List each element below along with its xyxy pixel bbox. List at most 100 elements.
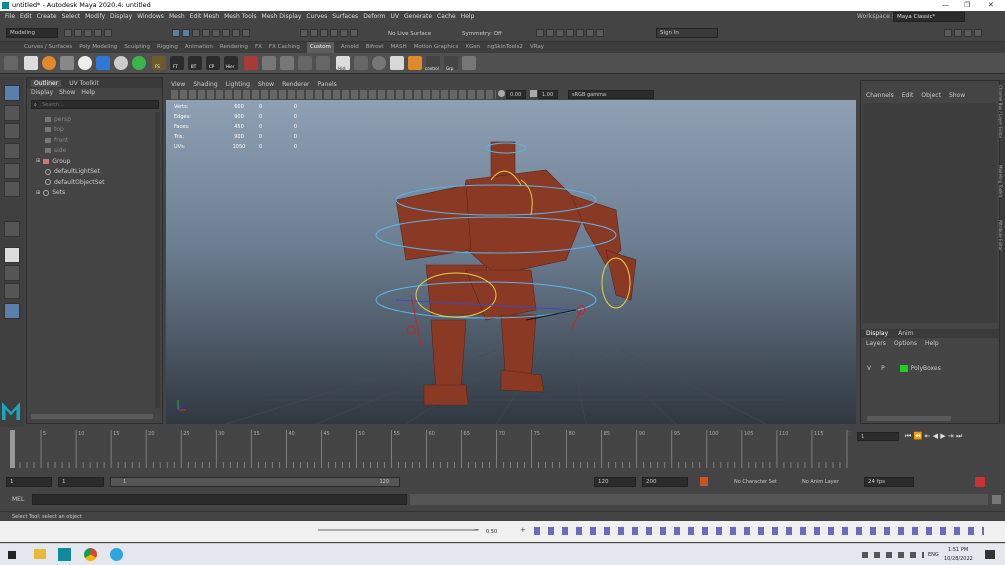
outliner-search[interactable]: ⌕ Search... <box>31 100 159 109</box>
paint-icon[interactable] <box>354 56 368 70</box>
step-back-icon[interactable]: ⏪ <box>914 432 923 440</box>
menu-windows[interactable]: Windows <box>137 11 164 22</box>
layer-row[interactable]: V P PolyBoxes <box>861 363 999 373</box>
layer-playback-toggle[interactable]: P <box>881 365 885 372</box>
render-settings-icon[interactable] <box>556 29 564 37</box>
snap-grid-icon[interactable] <box>300 29 308 37</box>
extra-tool-icon[interactable] <box>462 56 476 70</box>
shelf-tab-vray[interactable]: VRay <box>530 42 544 53</box>
side-tab-modeling-toolkit[interactable]: Modeling Toolkit <box>998 165 1003 197</box>
close-button[interactable]: ✕ <box>988 0 994 11</box>
shelf-tab-curves-surfaces[interactable]: Curves / Surfaces <box>24 42 72 53</box>
layer-menu-help[interactable]: Help <box>925 340 939 347</box>
joint-icon[interactable] <box>60 56 74 70</box>
menu-create[interactable]: Create <box>37 11 57 22</box>
render-view-icon[interactable] <box>576 29 584 37</box>
outliner-menu-show[interactable]: Show <box>59 89 75 96</box>
paint-select-tool-icon[interactable] <box>4 123 20 139</box>
last-tool-icon[interactable] <box>4 221 20 237</box>
outliner-hscrollbar[interactable] <box>31 414 153 419</box>
mask-edge-icon[interactable] <box>212 29 220 37</box>
toggle-modeling-toolkit-icon[interactable] <box>944 29 952 37</box>
layer-menu-layers[interactable]: Layers <box>866 340 886 347</box>
viewport-menu-lighting[interactable]: Lighting <box>226 81 250 88</box>
skull-icon[interactable] <box>78 56 92 70</box>
menuset-dropdown[interactable]: Modeling <box>6 28 58 38</box>
menu-modify[interactable]: Modify <box>85 11 105 22</box>
snap-curve-icon[interactable] <box>310 29 318 37</box>
rig-icon[interactable] <box>244 56 258 70</box>
four-view-layout-icon[interactable] <box>4 265 20 281</box>
menu-deform[interactable]: Deform <box>363 11 385 22</box>
expand-icon[interactable]: ⊞ <box>36 190 40 196</box>
curve-icon[interactable] <box>298 56 312 70</box>
play-forward-icon[interactable]: ▶ <box>940 432 945 440</box>
current-frame-field[interactable]: 1 <box>857 432 899 441</box>
single-perspective-layout-icon[interactable] <box>4 247 20 263</box>
outliner-menu-help[interactable]: Help <box>81 89 95 96</box>
time-ruler[interactable]: 5 10 15 20 25 30 35 40 45 50 55 60 65 70 75 80 85 90 95 100… <box>10 428 850 472</box>
viewport-menu-view[interactable]: View <box>171 81 185 88</box>
gamma-field[interactable]: 1.00 <box>538 90 558 99</box>
layer-hscrollbar[interactable] <box>867 416 951 421</box>
auto-key-icon[interactable] <box>700 477 708 486</box>
green-sphere-icon[interactable] <box>132 56 146 70</box>
list-item[interactable]: defaultObjectSet <box>31 177 105 188</box>
playback-start-field[interactable]: 1 <box>58 477 104 487</box>
cube-icon[interactable] <box>24 56 38 70</box>
overlay-value[interactable]: 0.50 <box>486 529 497 535</box>
select-hierarchy-icon[interactable] <box>172 29 180 37</box>
copy-icon[interactable] <box>316 56 330 70</box>
clock-time[interactable]: 1:51 PM <box>948 547 968 553</box>
shelf-settings-icon[interactable] <box>4 56 18 70</box>
lasso-tool-icon[interactable] <box>4 105 20 121</box>
menu-uv[interactable]: UV <box>391 11 400 22</box>
ipr-render-icon[interactable] <box>546 29 554 37</box>
sign-in-dropdown[interactable]: Sign In <box>656 28 718 38</box>
key-icon[interactable] <box>975 477 985 487</box>
clock-date[interactable]: 10/28/2022 <box>944 556 973 562</box>
toggle-channel-box-icon[interactable] <box>974 29 982 37</box>
viewport-icon-strip[interactable] <box>171 90 496 99</box>
gamma-icon[interactable] <box>530 90 537 97</box>
open-scene-icon[interactable] <box>74 29 82 37</box>
snap-surface-icon[interactable] <box>340 29 348 37</box>
system-tray-icons[interactable] <box>862 552 924 558</box>
channel-menu-object[interactable]: Object <box>921 92 941 99</box>
snap-point-icon[interactable] <box>320 29 328 37</box>
save-scene-icon[interactable] <box>84 29 92 37</box>
playback-end-field[interactable]: 120 <box>594 477 636 487</box>
mel-label[interactable]: MEL <box>12 496 24 503</box>
layer-tab-anim[interactable]: Anim <box>898 330 913 337</box>
workspace-dropdown[interactable]: Maya Classic* <box>893 12 965 22</box>
mask-face-icon[interactable] <box>222 29 230 37</box>
layer-visibility-toggle[interactable]: V <box>867 365 871 372</box>
list-item[interactable]: persp <box>31 114 105 125</box>
start-time-field[interactable]: 1 <box>6 477 52 487</box>
fps-dropdown[interactable]: 24 fps <box>864 477 914 487</box>
menu-edit-mesh[interactable]: Edit Mesh <box>190 11 219 22</box>
menu-cache[interactable]: Cache <box>437 11 456 22</box>
render-frame-icon[interactable] <box>536 29 544 37</box>
menu-generate[interactable]: Generate <box>404 11 432 22</box>
menu-display[interactable]: Display <box>110 11 132 22</box>
viewport-perspective[interactable]: Verts: 600 0 0 Edges: 900 0 0 Faces: 450 0 0 Tris… <box>166 100 856 424</box>
select-component-icon[interactable] <box>192 29 200 37</box>
range-bar[interactable]: 1 120 <box>110 477 400 487</box>
shelf-tab-arnold[interactable]: Arnold <box>341 42 359 53</box>
time-slider[interactable]: 5 10 15 20 25 30 35 40 45 50 55 60 65 70 75 80 85 90 95 100… <box>0 428 1005 472</box>
side-tab-channel-box[interactable]: Channel Box / Layer Editor <box>998 85 1003 138</box>
menu-mesh-tools[interactable]: Mesh Tools <box>224 11 256 22</box>
plus-icon[interactable] <box>390 56 404 70</box>
channel-menu-edit[interactable]: Edit <box>902 92 914 99</box>
list-item[interactable]: ⊞ Sets <box>31 188 105 199</box>
snap-live-icon[interactable] <box>350 29 358 37</box>
channel-menu-show[interactable]: Show <box>949 92 965 99</box>
end-time-field[interactable]: 200 <box>642 477 688 487</box>
shelf-tab-ngskintools2[interactable]: ngSkinTools2 <box>487 42 523 53</box>
menu-select[interactable]: Select <box>62 11 81 22</box>
telegram-icon[interactable] <box>110 548 123 561</box>
shelf-tab-poly-modeling[interactable]: Poly Modeling <box>79 42 117 53</box>
menu-surfaces[interactable]: Surfaces <box>332 11 358 22</box>
lock-selection-icon[interactable] <box>242 29 250 37</box>
